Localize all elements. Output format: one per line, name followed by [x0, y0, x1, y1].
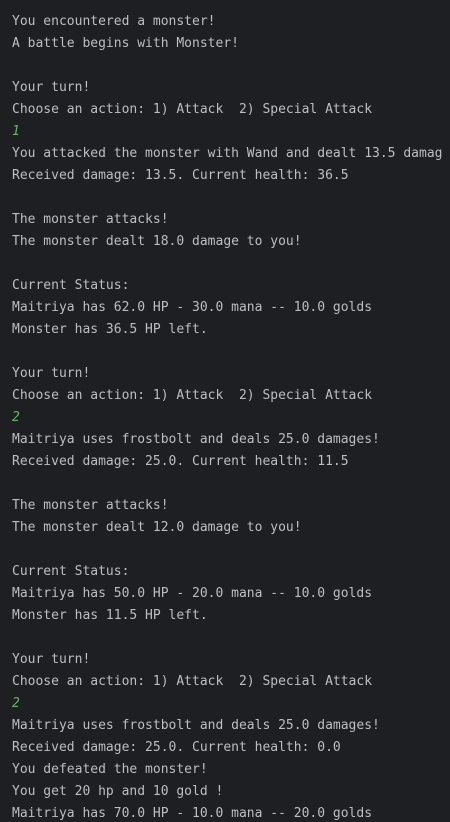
- console-output-line: The monster attacks!: [12, 212, 169, 227]
- console-output-line: Monster has 36.5 HP left.: [12, 322, 208, 337]
- console-output-line: Maitriya uses frostbolt and deals 25.0 d…: [12, 432, 380, 447]
- console-input-line: 1: [12, 124, 20, 139]
- console-output-line: Maitriya has 62.0 HP - 30.0 mana -- 10.0…: [12, 300, 373, 315]
- console-output-line: Received damage: 25.0. Current health: 0…: [12, 740, 341, 755]
- console-output-line: You attacked the monster with Wand and d…: [12, 146, 443, 161]
- console-output-line: You get 20 hp and 10 gold !: [12, 784, 224, 799]
- console-output-line: The monster dealt 12.0 damage to you!: [12, 520, 302, 535]
- console-output-line: The monster attacks!: [12, 498, 169, 513]
- console-output-line: A battle begins with Monster!: [12, 36, 239, 51]
- console-output-line: Received damage: 13.5. Current health: 3…: [12, 168, 349, 183]
- console-output-line: Maitriya has 50.0 HP - 20.0 mana -- 10.0…: [12, 586, 373, 601]
- console-output-line: You encountered a monster!: [12, 14, 216, 29]
- console-input-line: 2: [12, 410, 20, 425]
- console-output-line: Choose an action: 1) Attack 2) Special A…: [12, 674, 373, 689]
- console-output[interactable]: ------------------------------- You encou…: [0, 0, 450, 822]
- console-output-line: Received damage: 25.0. Current health: 1…: [12, 454, 349, 469]
- console-output-line: Your turn!: [12, 652, 91, 667]
- console-output-line: You defeated the monster!: [12, 762, 208, 777]
- console-output-line: -------------------------------: [12, 0, 255, 11]
- console-output-line: The monster dealt 18.0 damage to you!: [12, 234, 302, 249]
- console-output-line: Choose an action: 1) Attack 2) Special A…: [12, 388, 373, 403]
- console-output-line: Monster has 11.5 HP left.: [12, 608, 208, 623]
- console-output-line: Current Status:: [12, 278, 130, 293]
- console-output-line: Maitriya has 70.0 HP - 10.0 mana -- 20.0…: [12, 806, 373, 821]
- console-output-line: Your turn!: [12, 80, 91, 95]
- console-output-line: Choose an action: 1) Attack 2) Special A…: [12, 102, 373, 117]
- console-output-line: Maitriya uses frostbolt and deals 25.0 d…: [12, 718, 380, 733]
- console-output-line: Your turn!: [12, 366, 91, 381]
- console-output-line: Current Status:: [12, 564, 130, 579]
- console-input-line: 2: [12, 696, 20, 711]
